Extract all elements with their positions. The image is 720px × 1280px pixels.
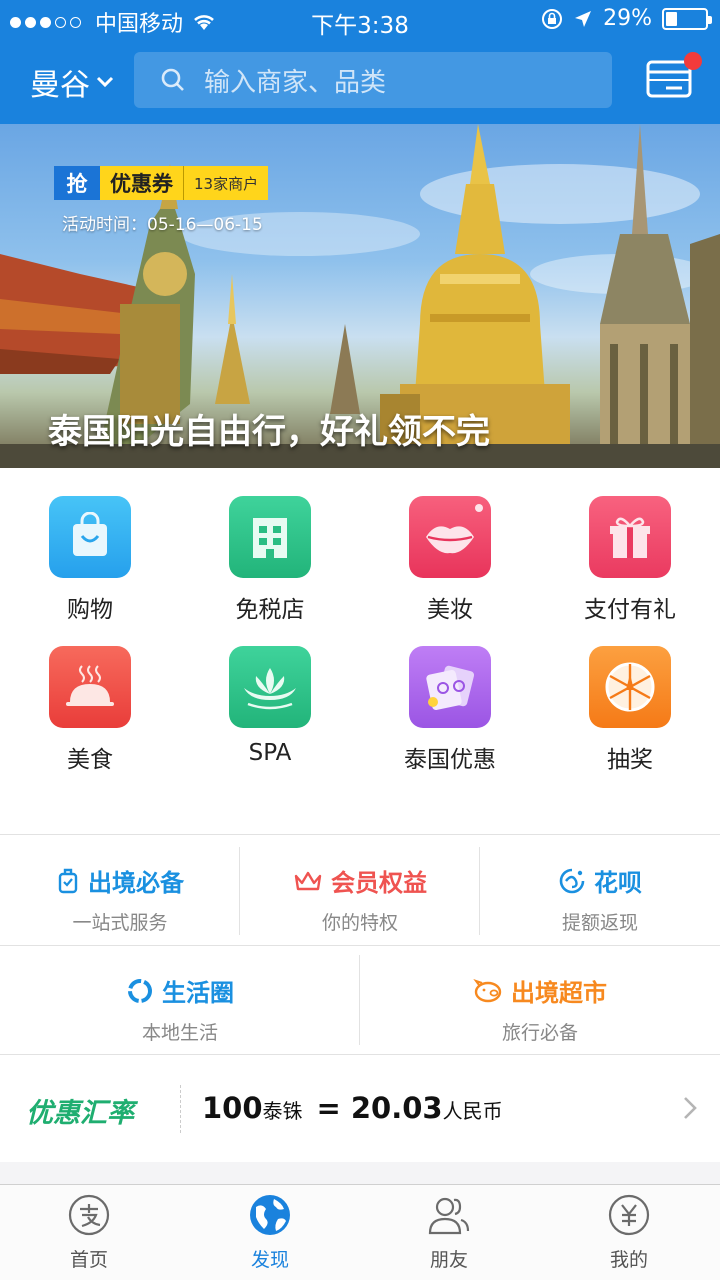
alipay-home-icon	[68, 1194, 110, 1236]
rotation-lock-icon	[542, 8, 563, 29]
service-outbound-essentials[interactable]: 出境必备 一站式服务	[0, 863, 240, 935]
tab-home[interactable]: 首页	[29, 1193, 149, 1272]
tab-label: 我的	[609, 1249, 648, 1271]
chevron-down-icon	[96, 76, 114, 88]
search-icon	[161, 68, 184, 91]
service-subtitle: 本地生活	[141, 1022, 218, 1044]
chevron-right-icon	[684, 1097, 697, 1119]
battery-percent: 29%	[603, 6, 652, 31]
exchange-rate-row[interactable]: 优惠汇率 100 泰铢 = 20.03 人民币	[0, 1054, 720, 1162]
category-grid: 购物 免税店 美妆 支付有礼 美食 SPA 泰国优惠 抽奖	[0, 468, 720, 834]
wheel-icon	[589, 646, 671, 728]
dish-icon	[49, 646, 131, 728]
globe-icon	[250, 1195, 290, 1235]
battery-icon	[662, 7, 712, 30]
grid-item-pay-gift[interactable]: 支付有礼	[540, 496, 720, 624]
tab-bar: 首页 发现 朋友 我的	[0, 1184, 720, 1280]
grid-item-spa[interactable]: SPA	[180, 646, 360, 766]
header-bar: 中国移动 下午3:38 29% 曼谷 输入商家、品类	[0, 0, 720, 124]
tab-friends[interactable]: 朋友	[389, 1193, 509, 1272]
service-subtitle: 你的特权	[321, 912, 398, 934]
yuan-icon	[608, 1194, 650, 1236]
grid-item-label: SPA	[248, 740, 292, 766]
huabei-icon	[559, 868, 585, 893]
tab-label: 朋友	[429, 1249, 468, 1271]
coupon-label: 优惠券	[100, 166, 183, 200]
service-title: 会员权益	[331, 869, 427, 897]
banner-title: 泰国阳光自由行，好礼领不完	[48, 412, 490, 452]
exchange-equals: =	[316, 1091, 341, 1125]
grid-item-food[interactable]: 美食	[0, 646, 180, 774]
grid-item-duty-free[interactable]: 免税店	[180, 496, 360, 624]
city-selector[interactable]: 曼谷	[30, 60, 114, 104]
tab-label: 首页	[69, 1249, 108, 1271]
service-subtitle: 提额返现	[561, 912, 638, 934]
service-title: 生活圈	[162, 979, 234, 1007]
friends-icon	[428, 1197, 470, 1235]
grid-item-label: 免税店	[235, 597, 305, 623]
exchange-result: 20.03	[350, 1091, 443, 1125]
grid-item-label: 抽奖	[607, 747, 653, 773]
shopping-bag-icon	[49, 496, 131, 578]
status-bar: 中国移动 下午3:38 29%	[0, 0, 720, 40]
promo-banner[interactable]: 抢 优惠券 13家商户 活动时间：05-16—06-15 泰国阳光自由行，好礼领…	[0, 124, 720, 468]
service-subtitle: 一站式服务	[72, 912, 168, 934]
coupons-icon	[409, 646, 491, 728]
grid-item-label: 支付有礼	[584, 597, 676, 623]
pig-icon	[473, 978, 502, 1002]
service-outbound-market[interactable]: 出境超市 旅行必备	[360, 973, 720, 1045]
crown-icon	[294, 871, 322, 890]
grid-item-label: 美食	[67, 747, 113, 773]
service-title: 出境超市	[511, 979, 607, 1007]
location-arrow-icon	[575, 10, 592, 27]
grid-item-label: 购物	[67, 597, 113, 623]
exchange-to-currency: 人民币	[442, 1099, 503, 1123]
tab-discover[interactable]: 发现	[210, 1193, 330, 1272]
lotus-icon	[229, 646, 311, 728]
city-name: 曼谷	[30, 68, 90, 103]
divider	[0, 945, 720, 946]
search-placeholder: 输入商家、品类	[204, 67, 387, 98]
grid-item-thai-deals[interactable]: 泰国优惠	[360, 646, 540, 774]
service-title: 出境必备	[88, 869, 184, 897]
circle-icon	[128, 978, 152, 1003]
exchange-rate-text: 100 泰铢 = 20.03 人民币	[202, 1091, 513, 1125]
grid-item-lottery[interactable]: 抽奖	[540, 646, 720, 774]
merchant-count: 13家商户	[183, 166, 269, 200]
grid-item-beauty[interactable]: 美妆	[360, 496, 540, 624]
exchange-brand: 优惠汇率	[26, 1098, 134, 1129]
search-input[interactable]: 输入商家、品类	[134, 52, 612, 108]
grab-label: 抢	[54, 166, 100, 200]
grid-item-label: 美妆	[427, 597, 473, 623]
grid-item-shopping[interactable]: 购物	[0, 496, 180, 624]
divider	[180, 1085, 181, 1133]
lips-icon	[409, 496, 491, 578]
gift-icon	[589, 496, 671, 578]
service-panel: 出境必备 一站式服务 会员权益 你的特权 花呗 提额返现 生活圈 本地生活 出境…	[0, 834, 720, 1054]
coupon-tag: 抢 优惠券 13家商户	[54, 166, 269, 200]
service-title: 花呗	[594, 869, 642, 897]
tab-label: 发现	[250, 1249, 289, 1271]
service-life-circle[interactable]: 生活圈 本地生活	[0, 973, 360, 1045]
tab-mine[interactable]: 我的	[569, 1193, 689, 1272]
exchange-amount: 100	[202, 1091, 263, 1125]
exchange-from-currency: 泰铢	[262, 1099, 303, 1123]
building-icon	[229, 496, 311, 578]
luggage-icon	[58, 868, 78, 893]
service-subtitle: 旅行必备	[501, 1022, 578, 1044]
notification-badge	[684, 52, 702, 70]
grid-item-label: 泰国优惠	[404, 747, 496, 773]
activity-time: 活动时间：05-16—06-15	[62, 215, 263, 235]
service-huabei[interactable]: 花呗 提额返现	[480, 863, 720, 935]
service-member-benefits[interactable]: 会员权益 你的特权	[240, 863, 480, 935]
